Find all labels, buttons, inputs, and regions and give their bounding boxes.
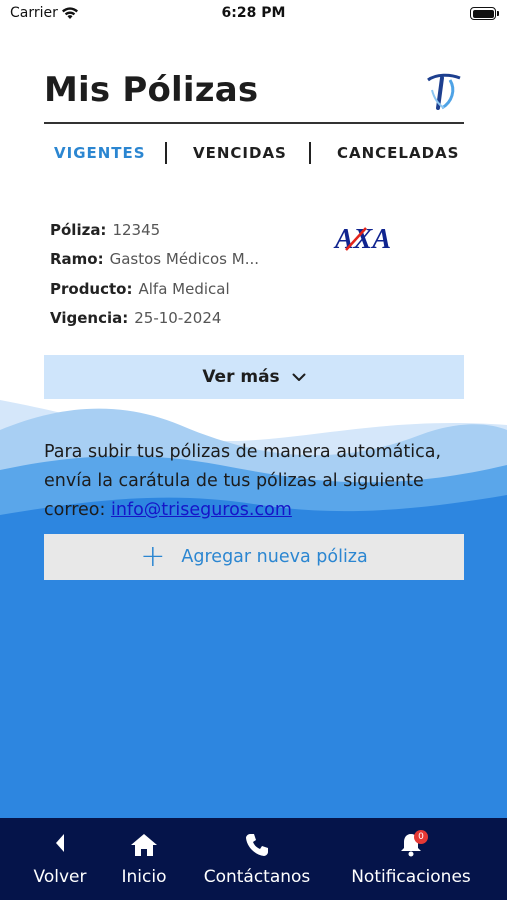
email-link[interactable]: info@triseguros.com xyxy=(111,500,292,520)
policy-product-row: Producto: Alfa Medical xyxy=(50,280,230,298)
header-divider xyxy=(44,122,464,124)
policy-product-label: Producto: xyxy=(50,280,133,298)
policy-number-value: 12345 xyxy=(112,221,161,239)
nav-inicio[interactable]: Inicio xyxy=(112,818,176,900)
insurer-logo-text: AXA xyxy=(333,224,391,252)
page-title: Mis Pólizas xyxy=(44,70,259,110)
add-policy-button[interactable]: + Agregar nueva póliza xyxy=(44,534,464,580)
brand-logo-icon xyxy=(427,73,461,110)
clock: 6:28 PM xyxy=(221,5,286,21)
notification-badge: 0 xyxy=(414,830,428,844)
policy-branch-row: Ramo: Gastos Médicos M... xyxy=(50,250,259,268)
upload-instructions: Para subir tus pólizas de manera automát… xyxy=(44,438,474,525)
add-policy-label: Agregar nueva póliza xyxy=(181,547,368,567)
battery-icon xyxy=(470,7,499,20)
back-arrow-icon xyxy=(56,834,64,852)
plus-icon: + xyxy=(140,539,166,574)
home-icon xyxy=(131,834,157,856)
ver-mas-label: Ver más xyxy=(202,367,280,387)
policy-branch-value: Gastos Médicos M... xyxy=(109,250,259,268)
insurer-logo: AXA xyxy=(333,224,391,252)
nav-inicio-label: Inicio xyxy=(121,867,167,887)
tab-separator xyxy=(309,142,311,164)
ver-mas-button[interactable]: Ver más xyxy=(44,355,464,399)
nav-notificaciones-label: Notificaciones xyxy=(351,867,471,887)
tab-canceladas[interactable]: CANCELADAS xyxy=(337,144,459,162)
nav-volver-label: Volver xyxy=(33,867,87,887)
nav-contactanos-label: Contáctanos xyxy=(203,867,311,887)
nav-volver[interactable]: Volver xyxy=(24,818,96,900)
tab-vencidas[interactable]: VENCIDAS xyxy=(193,144,287,162)
policy-tabs: VIGENTES VENCIDAS CANCELADAS xyxy=(44,140,464,166)
policy-number-row: Póliza: 12345 xyxy=(50,221,160,239)
tab-vigentes[interactable]: VIGENTES xyxy=(54,144,146,162)
chevron-down-icon xyxy=(292,373,306,381)
policy-number-label: Póliza: xyxy=(50,221,107,239)
tab-separator xyxy=(165,142,167,164)
policy-validity-value: 25-10-2024 xyxy=(134,309,222,327)
phone-icon xyxy=(246,834,268,856)
policy-branch-label: Ramo: xyxy=(50,250,104,268)
bottom-navigation: Volver Inicio Contáctanos 0 Notificacion… xyxy=(0,818,507,900)
policy-validity-row: Vigencia: 25-10-2024 xyxy=(50,309,221,327)
policy-product-value: Alfa Medical xyxy=(138,280,230,298)
status-bar: Carrier 6:28 PM xyxy=(0,0,507,30)
policy-validity-label: Vigencia: xyxy=(50,309,129,327)
nav-contactanos[interactable]: Contáctanos xyxy=(196,818,318,900)
nav-notificaciones[interactable]: 0 Notificaciones xyxy=(344,818,478,900)
